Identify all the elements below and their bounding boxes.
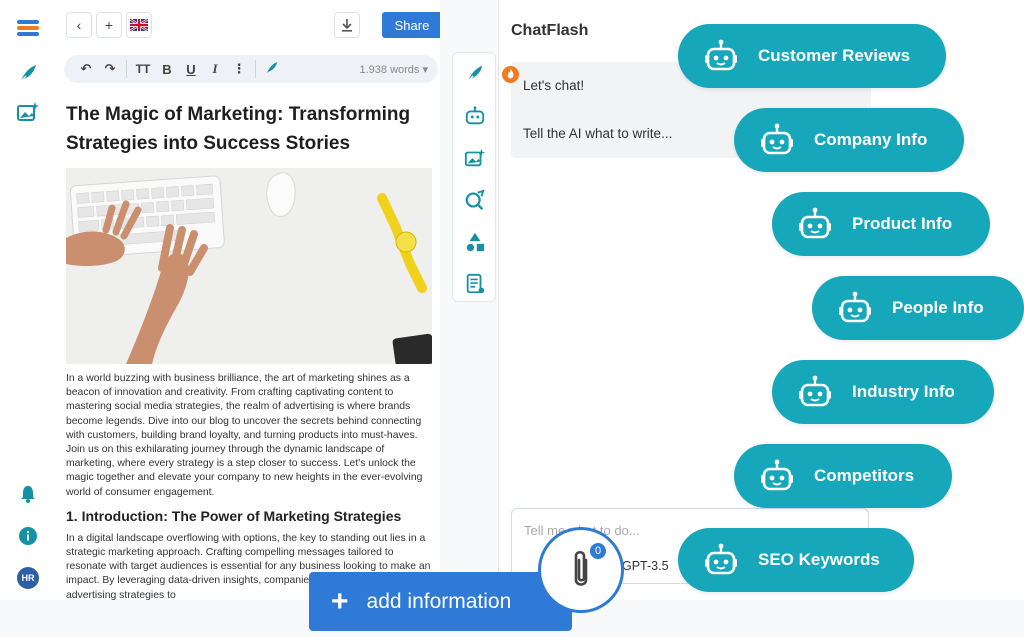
- image-ai-icon[interactable]: [464, 147, 486, 169]
- plus-icon: +: [331, 584, 349, 618]
- industry-info-pill[interactable]: Industry Info: [772, 360, 994, 424]
- add-document-button[interactable]: +: [96, 12, 122, 38]
- article-intro[interactable]: In a world buzzing with business brillia…: [66, 372, 432, 500]
- pill-label: Product Info: [852, 214, 953, 233]
- section-heading[interactable]: 1. Introduction: The Power of Marketing …: [66, 508, 432, 524]
- robot-icon: [839, 291, 871, 323]
- article-title[interactable]: The Magic of Marketing: Transforming Str…: [66, 100, 432, 158]
- article-image: [66, 168, 432, 364]
- formatting-toolbar: ↶ ↷ TT B U I ⋮ 1.938 words ▾: [64, 55, 438, 83]
- toolbar-divider: [255, 60, 256, 78]
- download-button[interactable]: [334, 12, 360, 38]
- more-options-icon[interactable]: ⋮: [227, 61, 251, 77]
- back-button[interactable]: ‹: [66, 12, 92, 38]
- robot-chat-icon[interactable]: [464, 105, 486, 127]
- avatar-initials: HR: [17, 567, 39, 589]
- hamburger-menu-icon[interactable]: [14, 14, 42, 42]
- robot-icon: [705, 543, 737, 575]
- editor-topbar: ‹ + Share: [66, 12, 440, 40]
- robot-icon: [799, 375, 831, 407]
- uk-flag-icon: [130, 19, 148, 31]
- word-count-dropdown[interactable]: 1.938 words ▾: [359, 63, 428, 76]
- download-icon: [342, 19, 352, 32]
- chat-title: ChatFlash: [511, 22, 589, 39]
- customer-reviews-pill[interactable]: Customer Reviews: [678, 24, 946, 88]
- bell-icon[interactable]: [14, 480, 42, 508]
- pill-label: Customer Reviews: [758, 46, 911, 65]
- document-settings-icon[interactable]: [464, 273, 486, 295]
- editor-panel: ‹ + Share ↶ ↷ TT B U I ⋮ 1.938 words ▾ T…: [56, 0, 440, 600]
- competitors-pill[interactable]: Competitors: [734, 444, 952, 508]
- add-information-label: add information: [366, 589, 512, 613]
- ai-tools-column: [452, 52, 496, 302]
- robot-icon: [761, 123, 793, 155]
- image-ai-icon[interactable]: [14, 98, 42, 126]
- pill-label: People Info: [892, 298, 984, 317]
- redo-icon[interactable]: ↷: [98, 61, 122, 77]
- bold-button[interactable]: B: [155, 62, 179, 77]
- left-rail: HR: [0, 0, 56, 600]
- shapes-icon[interactable]: [464, 231, 486, 253]
- pill-label: Company Info: [814, 130, 928, 149]
- pill-label: Competitors: [814, 466, 915, 485]
- product-info-pill[interactable]: Product Info: [772, 192, 990, 256]
- pill-label: Industry Info: [852, 382, 955, 401]
- language-flag-button[interactable]: [126, 12, 152, 38]
- attachment-count-badge: 0: [588, 541, 608, 561]
- robot-icon: [799, 207, 831, 239]
- seo-search-icon[interactable]: [464, 189, 486, 211]
- people-info-pill[interactable]: People Info: [812, 276, 1024, 340]
- share-button[interactable]: Share: [382, 12, 440, 38]
- toolbar-divider: [126, 60, 127, 78]
- ai-write-icon[interactable]: [260, 60, 284, 79]
- italic-button[interactable]: I: [203, 61, 227, 77]
- article-content[interactable]: The Magic of Marketing: Transforming Str…: [66, 100, 432, 600]
- undo-icon[interactable]: ↶: [74, 61, 98, 77]
- attachment-button[interactable]: [538, 527, 624, 613]
- word-count: 1.938 words: [359, 63, 420, 76]
- pill-label: SEO Keywords: [758, 550, 880, 569]
- feather-write-icon[interactable]: [464, 63, 486, 85]
- info-icon[interactable]: [14, 522, 42, 550]
- text-size-icon[interactable]: TT: [131, 62, 155, 76]
- feather-write-icon[interactable]: [14, 60, 42, 88]
- add-information-button[interactable]: + add information: [309, 572, 572, 631]
- model-selector[interactable]: GPT-3.5: [622, 559, 669, 573]
- underline-button[interactable]: U: [179, 62, 203, 77]
- seo-keywords-pill[interactable]: SEO Keywords: [678, 528, 914, 592]
- chatflash-fire-icon: [502, 66, 519, 83]
- robot-icon: [705, 39, 737, 71]
- robot-icon: [761, 459, 793, 491]
- company-info-pill[interactable]: Company Info: [734, 108, 964, 172]
- avatar[interactable]: HR: [14, 564, 42, 592]
